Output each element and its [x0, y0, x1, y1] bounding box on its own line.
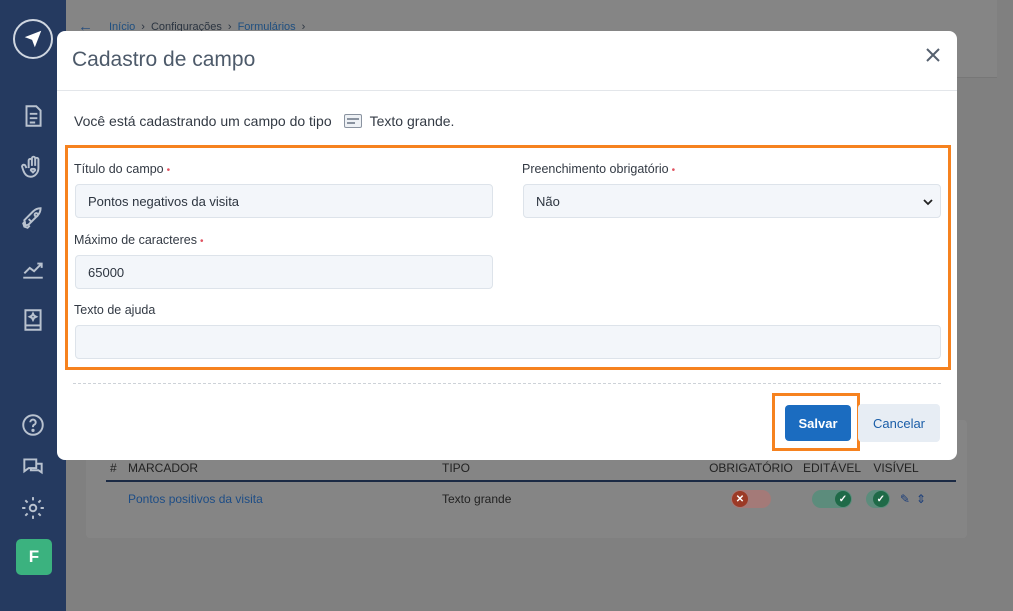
- row-marker[interactable]: Pontos positivos da visita: [128, 492, 442, 506]
- chevron-down-icon: [923, 199, 933, 206]
- check-icon: ✓: [835, 491, 851, 507]
- col-type: TIPO: [442, 461, 471, 475]
- row-type: Texto grande: [442, 492, 512, 506]
- field-modal: Cadastro de campo Você está cadastrando …: [57, 31, 957, 460]
- col-marker: MARCADOR: [128, 461, 199, 475]
- required-marker: •: [671, 165, 676, 176]
- close-icon: [926, 48, 940, 62]
- help-input[interactable]: [75, 325, 941, 359]
- table-row: Pontos positivos da visita Texto grande …: [106, 482, 956, 516]
- divider: [73, 383, 941, 384]
- user-avatar[interactable]: F: [16, 539, 52, 575]
- edit-icon[interactable]: ✎: [900, 492, 910, 506]
- visible-toggle[interactable]: ✓: [866, 490, 890, 508]
- text-field-icon: [343, 114, 362, 128]
- col-num: #: [110, 461, 117, 475]
- help-label: Texto de ajuda: [74, 303, 156, 317]
- title-input[interactable]: Pontos negativos da visita: [75, 184, 493, 218]
- required-select[interactable]: Não: [523, 184, 941, 218]
- intro-text: Você está cadastrando um campo do tipo: [74, 113, 332, 129]
- title-label: Título do campo •: [74, 162, 171, 176]
- col-editable: EDITÁVEL: [802, 461, 862, 475]
- intro-type: Texto grande.: [369, 113, 455, 129]
- cancel-button[interactable]: Cancelar: [858, 404, 940, 442]
- help-icon[interactable]: [19, 411, 47, 439]
- fields-table: # MARCADOR TIPO OBRIGATÓRIO EDITÁVEL VIS…: [106, 456, 956, 516]
- rocket-icon[interactable]: [19, 204, 47, 232]
- chat-icon[interactable]: [19, 453, 47, 481]
- editable-toggle[interactable]: ✓: [812, 490, 852, 508]
- x-icon: ✕: [732, 491, 748, 507]
- col-visible: VISÍVEL: [873, 461, 919, 475]
- maxchars-input[interactable]: 65000: [75, 255, 493, 289]
- close-button[interactable]: [921, 43, 945, 67]
- required-marker: •: [199, 236, 204, 247]
- required-toggle[interactable]: ✕: [731, 490, 771, 508]
- col-required: OBRIGATÓRIO: [709, 461, 793, 475]
- required-label: Preenchimento obrigatório •: [522, 162, 676, 176]
- document-icon[interactable]: [19, 102, 47, 130]
- app-logo-icon[interactable]: [13, 19, 53, 59]
- modal-intro: Você está cadastrando um campo do tipo T…: [74, 113, 454, 129]
- book-sparkle-icon[interactable]: [19, 306, 47, 334]
- chart-line-icon[interactable]: [19, 255, 47, 283]
- modal-header: Cadastro de campo: [57, 31, 957, 91]
- maxchars-label: Máximo de caracteres •: [74, 233, 204, 247]
- required-marker: •: [166, 165, 171, 176]
- gear-icon[interactable]: [19, 494, 47, 522]
- sort-icon[interactable]: ⇕: [916, 492, 926, 506]
- hand-heart-icon[interactable]: [19, 153, 47, 181]
- modal-title: Cadastro de campo: [72, 48, 256, 71]
- check-icon: ✓: [872, 491, 889, 507]
- save-button[interactable]: Salvar: [785, 405, 851, 441]
